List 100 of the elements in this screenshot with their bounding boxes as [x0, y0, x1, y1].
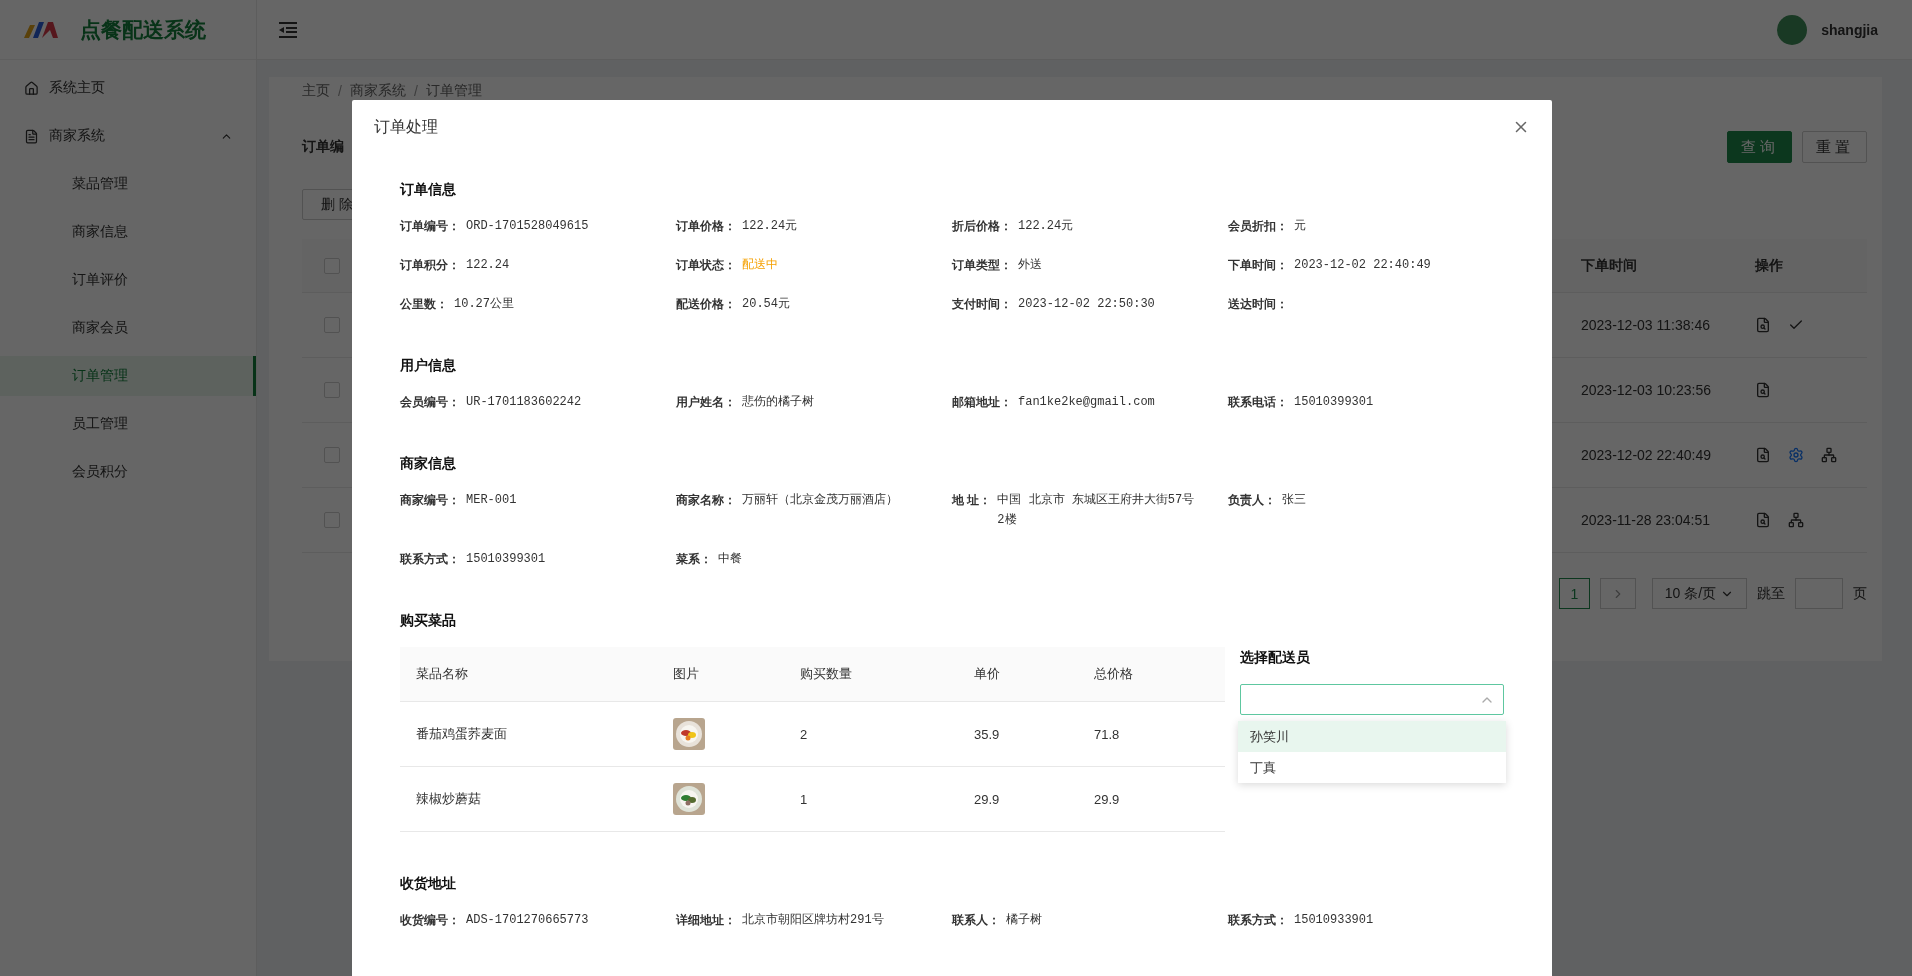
document-search-icon[interactable]	[1755, 447, 1771, 463]
document-search-icon[interactable]	[1755, 512, 1771, 528]
field-label: 地 址：	[952, 492, 992, 509]
field-value: 元	[1294, 218, 1306, 235]
sidebar-item[interactable]: 系统主页	[0, 68, 256, 108]
hierarchy-icon[interactable]	[1788, 512, 1804, 528]
field-label: 订单价格：	[676, 218, 736, 235]
column-header: 图片	[672, 665, 700, 683]
sidebar-item[interactable]: 商家会员	[0, 308, 256, 348]
column-header: 菜品名称	[415, 665, 469, 683]
table-cell-text: 2023-11-28 23:04:51	[1580, 512, 1711, 528]
field-label: 联系人：	[952, 912, 1000, 929]
table-cell-text: 29.9	[973, 791, 1001, 807]
sidebar-item[interactable]: 菜品管理	[0, 164, 256, 204]
field-label: 用户姓名：	[676, 394, 736, 411]
section-title: 收货地址	[400, 874, 457, 893]
search-label: 订单编	[302, 138, 344, 156]
field-label: 联系方式：	[400, 551, 460, 568]
column-header: 下单时间	[1580, 256, 1638, 275]
field-label: 订单编号：	[400, 218, 460, 235]
section-title: 订单信息	[400, 180, 457, 199]
document-icon	[24, 128, 39, 144]
dialog-title: 订单处理	[374, 116, 439, 137]
field-label: 联系方式：	[1228, 912, 1288, 929]
column-header: 操作	[1754, 256, 1784, 275]
field-label: 送达时间：	[1228, 296, 1288, 313]
field-label: 折后价格：	[952, 218, 1012, 235]
section-title: 商家信息	[400, 454, 457, 473]
field-label: 订单状态：	[676, 257, 736, 274]
field-value: 万丽轩（北京金茂万丽酒店）	[742, 492, 898, 509]
sidebar-item[interactable]: 订单管理	[0, 356, 256, 396]
field-label: 商家编号：	[400, 492, 460, 509]
reset-button[interactable]: 重置	[1802, 131, 1867, 163]
field-value: 15010399301	[466, 551, 546, 568]
field-value: 中国 北京市 东城区王府井大街57号2楼	[997, 492, 1196, 529]
settings-icon[interactable]	[1788, 447, 1804, 463]
field-label: 订单积分：	[400, 257, 460, 274]
column-header: 购买数量	[799, 665, 853, 683]
dropdown-option[interactable]: 丁真	[1238, 752, 1506, 783]
breadcrumb-item[interactable]: 商家系统	[349, 82, 406, 100]
user-name[interactable]: shangjia	[1821, 21, 1878, 38]
courier-select[interactable]	[1240, 684, 1504, 715]
table-cell-text: 71.8	[1093, 726, 1121, 742]
field-value: 中餐	[718, 551, 742, 568]
document-search-icon[interactable]	[1755, 317, 1771, 333]
table-cell-text: 番茄鸡蛋荞麦面	[415, 725, 508, 743]
document-search-icon[interactable]	[1755, 382, 1771, 398]
sidebar-item[interactable]: 商家信息	[0, 212, 256, 252]
field-label: 公里数：	[400, 296, 448, 313]
sidebar-item[interactable]: 员工管理	[0, 404, 256, 444]
table-cell-text: 2023-12-03 10:23:56	[1580, 382, 1712, 398]
avatar[interactable]	[1777, 14, 1808, 45]
logo-icon	[24, 21, 58, 38]
field-label: 联系电话：	[1228, 394, 1288, 411]
field-label: 会员折扣：	[1228, 218, 1288, 235]
page-suffix: 页	[1853, 584, 1867, 603]
hierarchy-icon[interactable]	[1821, 447, 1837, 463]
field-value: 122.24元	[1018, 218, 1074, 235]
field-value: 122.24	[466, 257, 510, 274]
field-value: 橘子树	[1006, 912, 1042, 929]
table-cell-text: 辣椒炒蘑菇	[415, 790, 482, 808]
page-button[interactable]: 1	[1559, 578, 1590, 609]
breadcrumb-item[interactable]: 主页	[302, 82, 330, 100]
dropdown-option[interactable]: 孙笑川	[1238, 721, 1506, 752]
table-cell-text: 2023-12-02 22:40:49	[1580, 447, 1712, 463]
page-size-select[interactable]: 10 条/页	[1652, 578, 1747, 609]
sidebar-item[interactable]: 商家系统	[0, 116, 256, 156]
field-label: 会员编号：	[400, 394, 460, 411]
table-cell-text: 2023-12-03 11:38:46	[1580, 317, 1711, 333]
table-cell-text: 29.9	[1093, 791, 1121, 807]
field-value: fan1ke2ke@gmail.com	[1018, 394, 1155, 411]
field-value: 外送	[1018, 257, 1042, 274]
app-title: 点餐配送系统	[80, 16, 206, 43]
field-value: 配送中	[742, 257, 778, 274]
sidebar-item[interactable]: 订单评价	[0, 260, 256, 300]
table-cell-text: 1	[799, 791, 809, 807]
field-value: MER-001	[466, 492, 517, 509]
field-value: 北京市朝阳区牌坊村291号	[742, 912, 884, 929]
field-value: 20.54元	[742, 296, 790, 313]
field-value: 悲伤的橘子树	[742, 394, 814, 411]
breadcrumb-separator: /	[338, 83, 342, 99]
table-cell-text: 35.9	[973, 726, 1001, 742]
field-value: 张三	[1282, 492, 1306, 509]
table-cell-text: 2	[799, 726, 809, 742]
sidebar-item[interactable]: 会员积分	[0, 452, 256, 492]
menu-icon[interactable]	[279, 21, 297, 38]
field-label: 支付时间：	[952, 296, 1012, 313]
field-label: 详细地址：	[676, 912, 736, 929]
field-label: 商家名称：	[676, 492, 736, 509]
section-title: 用户信息	[400, 356, 457, 375]
field-value: ADS-1701270665773	[466, 912, 589, 929]
field-value: ORD-1701528049615	[466, 218, 589, 235]
next-page-button[interactable]	[1600, 578, 1636, 609]
breadcrumb-separator: /	[413, 83, 418, 99]
field-label: 负责人：	[1228, 492, 1276, 509]
section-title: 购买菜品	[400, 611, 457, 630]
field-value: 122.24元	[742, 218, 798, 235]
search-button[interactable]: 查询	[1727, 131, 1792, 163]
field-value: 2023-12-02 22:40:49	[1294, 257, 1431, 274]
field-label: 订单类型：	[952, 257, 1012, 274]
